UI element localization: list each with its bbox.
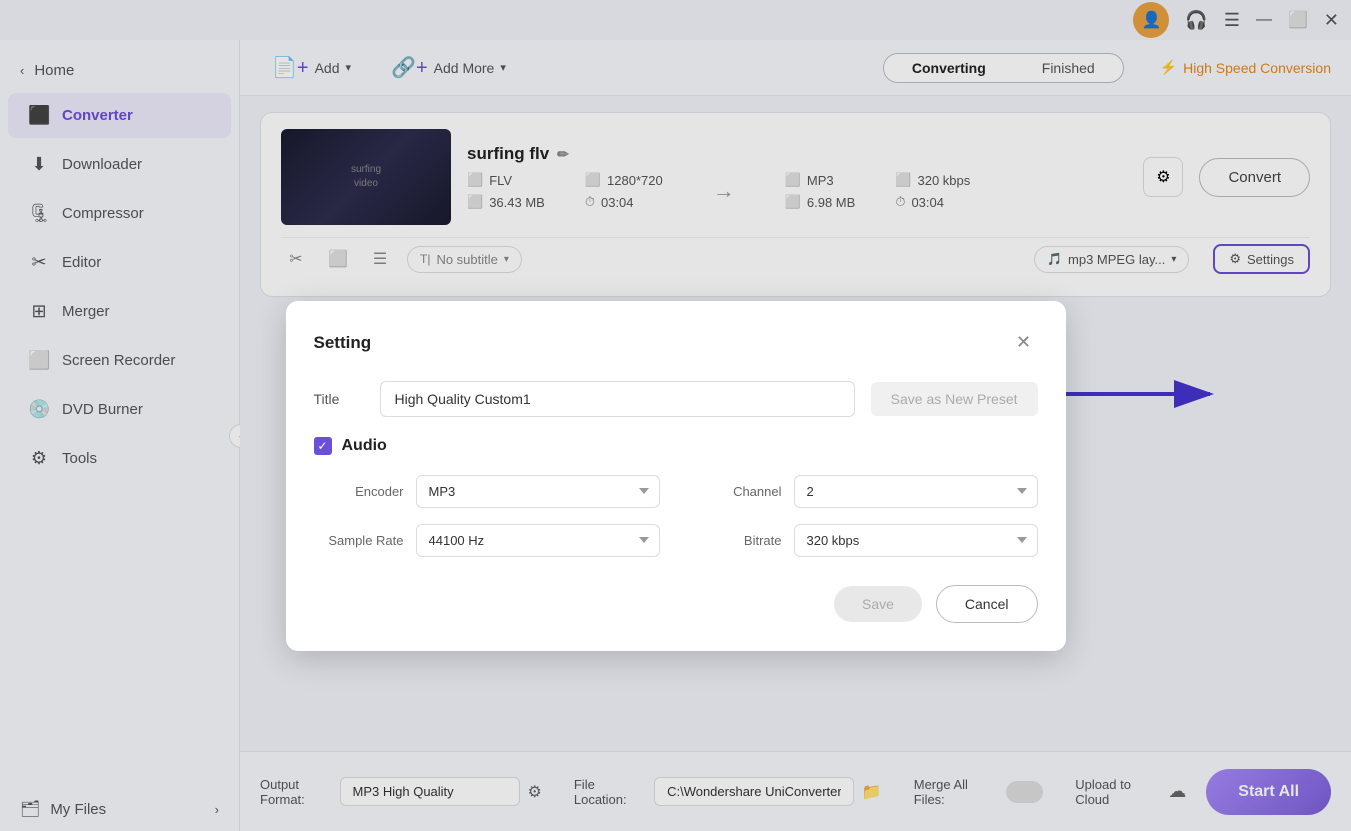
sample-rate-select[interactable]: 44100 Hz 48000 Hz 22050 Hz bbox=[416, 524, 660, 557]
encoder-select[interactable]: MP3 AAC FLAC bbox=[416, 475, 660, 508]
settings-dialog: Setting ✕ Title Save as New Preset ✓ Aud… bbox=[286, 301, 1066, 651]
audio-section-header: ✓ Audio bbox=[314, 437, 1038, 455]
audio-checkbox[interactable]: ✓ bbox=[314, 437, 332, 455]
dialog-overlay: Setting ✕ Title Save as New Preset ✓ Aud… bbox=[0, 0, 1351, 831]
dialog-close-button[interactable]: ✕ bbox=[1010, 329, 1038, 357]
dialog-title: Setting bbox=[314, 333, 372, 353]
dialog-title-row: Title Save as New Preset bbox=[314, 381, 1038, 417]
channel-label: Channel bbox=[692, 484, 782, 499]
channel-field: Channel 2 1 bbox=[692, 475, 1038, 508]
title-field-label: Title bbox=[314, 391, 364, 407]
dialog-header: Setting ✕ bbox=[314, 329, 1038, 357]
channel-select[interactable]: 2 1 bbox=[794, 475, 1038, 508]
save-preset-button[interactable]: Save as New Preset bbox=[871, 382, 1038, 416]
bitrate-field: Bitrate 320 kbps 256 kbps 192 kbps 128 k… bbox=[692, 524, 1038, 557]
encoder-label: Encoder bbox=[314, 484, 404, 499]
bitrate-label: Bitrate bbox=[692, 533, 782, 548]
audio-section-title: Audio bbox=[342, 437, 387, 455]
cancel-button[interactable]: Cancel bbox=[936, 585, 1038, 623]
encoder-field: Encoder MP3 AAC FLAC bbox=[314, 475, 660, 508]
bitrate-select[interactable]: 320 kbps 256 kbps 192 kbps 128 kbps bbox=[794, 524, 1038, 557]
dialog-footer: Save Cancel bbox=[314, 585, 1038, 623]
sample-rate-field: Sample Rate 44100 Hz 48000 Hz 22050 Hz bbox=[314, 524, 660, 557]
title-input[interactable] bbox=[380, 381, 855, 417]
audio-settings-grid: Encoder MP3 AAC FLAC Channel 2 1 Sample … bbox=[314, 475, 1038, 557]
save-button[interactable]: Save bbox=[834, 586, 922, 622]
sample-rate-label: Sample Rate bbox=[314, 533, 404, 548]
